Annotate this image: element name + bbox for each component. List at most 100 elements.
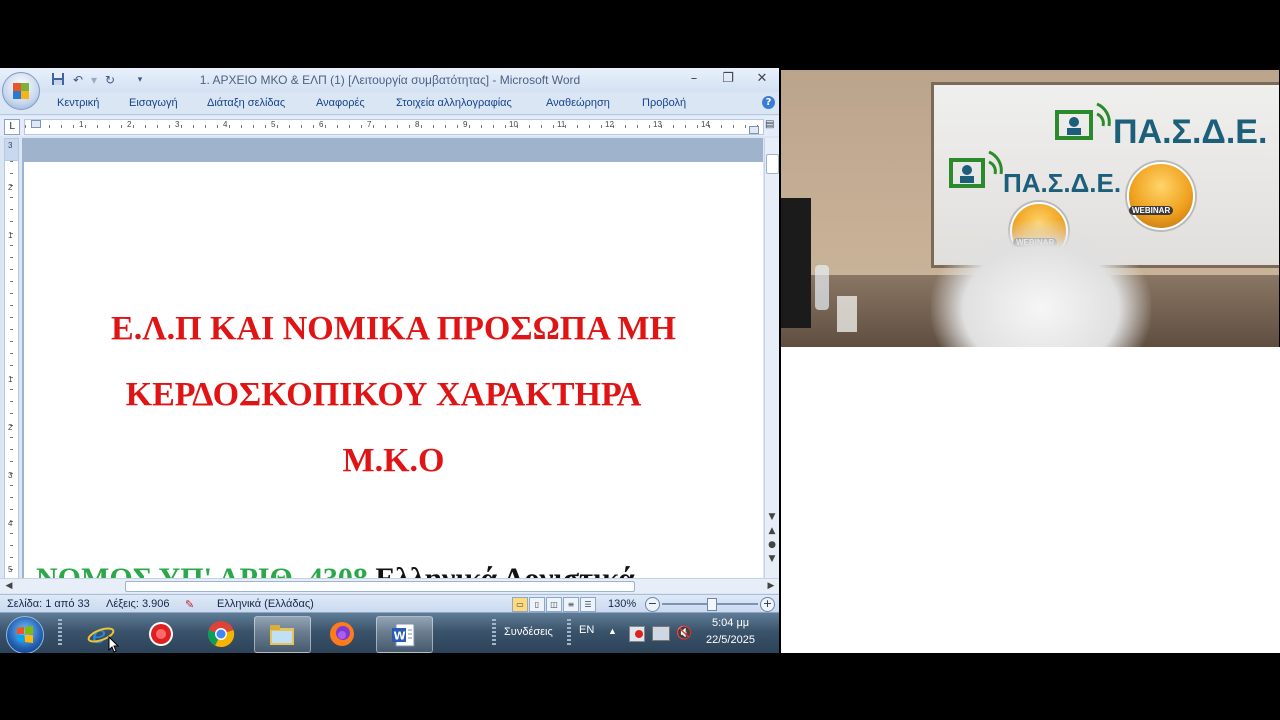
ruler-number: 2	[8, 183, 13, 192]
close-button[interactable]: ✕	[749, 70, 775, 88]
ruler-ticks	[10, 161, 13, 579]
taskbar-firefox[interactable]	[315, 616, 370, 651]
word-window: ↶ ▾ ↻ ▾ 1. ΑΡΧΕΙΟ ΜΚΟ & ΕΛΠ (1) [Λειτουρ…	[0, 68, 779, 653]
maximize-button[interactable]: ❐	[715, 70, 741, 88]
tab-review[interactable]: Αναθεώρηση	[546, 97, 610, 109]
taskbar-word[interactable]: W	[376, 616, 433, 653]
webcam-monitor	[781, 198, 811, 328]
tab-selector-icon[interactable]: L	[4, 119, 20, 135]
first-line-indent-marker[interactable]	[31, 120, 41, 128]
undo-dropdown-icon[interactable]: ▾	[86, 72, 102, 88]
scroll-right-icon[interactable]: ▶	[764, 579, 778, 593]
document-area: Ε.Λ.Π ΚΑΙ ΝΟΜΙΚΑ ΠΡΟΣΩΠΑ ΜΗ ΚΕΡΔΟΣΚΟΠΙΚΟ…	[22, 138, 763, 578]
taskbar-grip	[58, 619, 62, 647]
body-text: Ελληνικά Λογιστικά	[368, 562, 634, 578]
ruler-number: 4	[223, 120, 228, 129]
proofing-icon[interactable]: ✎	[185, 598, 194, 611]
connections-toolbar-label[interactable]: Συνδέσεις	[504, 626, 553, 638]
office-button[interactable]	[2, 72, 40, 110]
document-heading-line2: ΚΕΡΔΟΣΚΟΠΙΚΟΥ ΧΑΡΑΚΤΗΡΑ	[125, 376, 642, 413]
webcam-video: ΠΑ.Σ.Δ.Ε. WEBINAR ΠΑ.Σ.Δ.Ε. WEBINAR	[781, 70, 1279, 347]
document-body-partial-line: ΝΟΜΟΣ ΥΠ' ΑΡΙΘ. 4308 Ελληνικά Λογιστικά	[36, 562, 635, 578]
pasde-logo-text: ΠΑ.Σ.Δ.Ε.	[1003, 168, 1122, 198]
title-bar: ↶ ▾ ↻ ▾ 1. ΑΡΧΕΙΟ ΜΚΟ & ΕΛΠ (1) [Λειτουρ…	[0, 68, 779, 92]
help-icon[interactable]: ?	[762, 96, 775, 109]
tab-view[interactable]: Προβολή	[642, 97, 686, 109]
minimize-button[interactable]: –	[681, 70, 707, 88]
ruler-number: 1	[8, 375, 13, 384]
record-icon	[149, 622, 173, 646]
clock-date[interactable]: 22/5/2025	[706, 634, 755, 646]
language-status[interactable]: Ελληνικά (Ελλάδας)	[217, 598, 314, 610]
right-indent-marker[interactable]	[749, 126, 759, 134]
scroll-left-icon[interactable]: ◀	[2, 579, 16, 593]
ruler-number: 4	[8, 519, 13, 528]
vertical-scroll-thumb[interactable]	[766, 154, 779, 174]
ruler-number: 10	[509, 120, 518, 129]
taskbar-file-explorer[interactable]	[254, 616, 311, 653]
next-page-icon[interactable]: ▼	[765, 552, 779, 566]
volume-muted-icon[interactable]: 🔇	[676, 625, 692, 641]
presentation-screen-icon	[1055, 102, 1111, 140]
mouse-cursor-icon	[108, 636, 120, 653]
select-browse-object-icon[interactable]: ●	[765, 538, 779, 552]
tab-home[interactable]: Κεντρική	[57, 97, 99, 109]
taskbar-recorder[interactable]	[134, 616, 189, 651]
vertical-scrollbar[interactable]: ▼ ▲ ● ▼	[764, 138, 779, 578]
tab-insert[interactable]: Εισαγωγή	[129, 97, 178, 109]
law-reference-text: ΝΟΜΟΣ ΥΠ' ΑΡΙΘ. 4308	[36, 562, 368, 578]
network-icon[interactable]	[652, 626, 670, 641]
ribbon-tabs: Κεντρική Εισαγωγή Διάταξη σελίδας Αναφορ…	[0, 92, 779, 115]
ruler-number: 1	[79, 120, 84, 129]
window-title: 1. ΑΡΧΕΙΟ ΜΚΟ & ΕΛΠ (1) [Λειτουργία συμβ…	[199, 73, 581, 87]
save-icon[interactable]	[50, 72, 66, 88]
tab-mailings[interactable]: Στοιχεία αλληλογραφίας	[396, 97, 512, 109]
ruler-number: 6	[319, 120, 324, 129]
outline-view-icon[interactable]: ≡	[563, 597, 579, 612]
clock-time[interactable]: 5:04 μμ	[712, 617, 749, 629]
horizontal-scroll-thumb[interactable]	[125, 581, 635, 592]
horizontal-scrollbar[interactable]: ◀ ▶	[0, 578, 779, 593]
vertical-ruler[interactable]: 3 2 1 1 2 3 4 5	[4, 141, 19, 580]
full-screen-reading-icon[interactable]: ▯	[529, 597, 545, 612]
svg-text:W: W	[394, 630, 406, 643]
firefox-icon	[330, 622, 354, 646]
blank-panel	[781, 347, 1280, 653]
windows-logo-icon	[17, 626, 33, 643]
document-page[interactable]: Ε.Λ.Π ΚΑΙ ΝΟΜΙΚΑ ΠΡΟΣΩΠΑ ΜΗ ΚΕΡΔΟΣΚΟΠΙΚΟ…	[24, 162, 763, 578]
windows-taskbar: e W Συνδέσεις EN ▲ 🔇 5:04 μμ 22/5/2025	[0, 612, 779, 653]
tab-page-layout[interactable]: Διάταξη σελίδας	[207, 97, 285, 109]
ruler-number: 5	[8, 565, 13, 574]
folder-icon	[270, 625, 294, 645]
web-layout-icon[interactable]: ◫	[546, 597, 562, 612]
taskbar-grip	[492, 619, 496, 647]
chrome-icon	[207, 621, 235, 648]
print-layout-view-icon[interactable]: ▭	[512, 597, 528, 612]
previous-page-icon[interactable]: ▲	[765, 524, 779, 538]
zoom-in-icon[interactable]: +	[760, 597, 775, 612]
show-hidden-icons-icon[interactable]: ▲	[608, 626, 617, 636]
document-heading-line3: Μ.Κ.Ο	[342, 442, 445, 479]
word-icon: W	[392, 623, 415, 647]
view-ruler-icon[interactable]: ▤	[765, 119, 777, 133]
action-center-icon[interactable]	[629, 626, 645, 642]
input-language[interactable]: EN	[579, 624, 594, 636]
water-bottle	[815, 265, 829, 310]
ruler-number: 1	[8, 231, 13, 240]
taskbar-internet-explorer[interactable]: e	[74, 616, 129, 653]
undo-icon[interactable]: ↶	[70, 72, 86, 88]
start-button[interactable]	[6, 616, 44, 653]
zoom-level[interactable]: 130%	[608, 598, 636, 610]
tab-references[interactable]: Αναφορές	[316, 97, 365, 109]
ruler-number: 12	[605, 120, 614, 129]
ruler-number: 7	[367, 120, 372, 129]
word-count-status[interactable]: Λέξεις: 3.906	[106, 598, 169, 610]
zoom-slider-handle[interactable]	[707, 598, 717, 611]
zoom-out-icon[interactable]: −	[645, 597, 660, 612]
ruler-number: 5	[271, 120, 276, 129]
scroll-down-icon[interactable]: ▼	[765, 510, 779, 524]
draft-view-icon[interactable]: ☰	[580, 597, 596, 612]
page-count-status[interactable]: Σελίδα: 1 από 33	[7, 598, 90, 610]
taskbar-chrome[interactable]	[194, 616, 249, 651]
horizontal-ruler[interactable]: 1 2 3 4 5 6 7 8 9 10 11 12 13 14	[24, 119, 764, 135]
